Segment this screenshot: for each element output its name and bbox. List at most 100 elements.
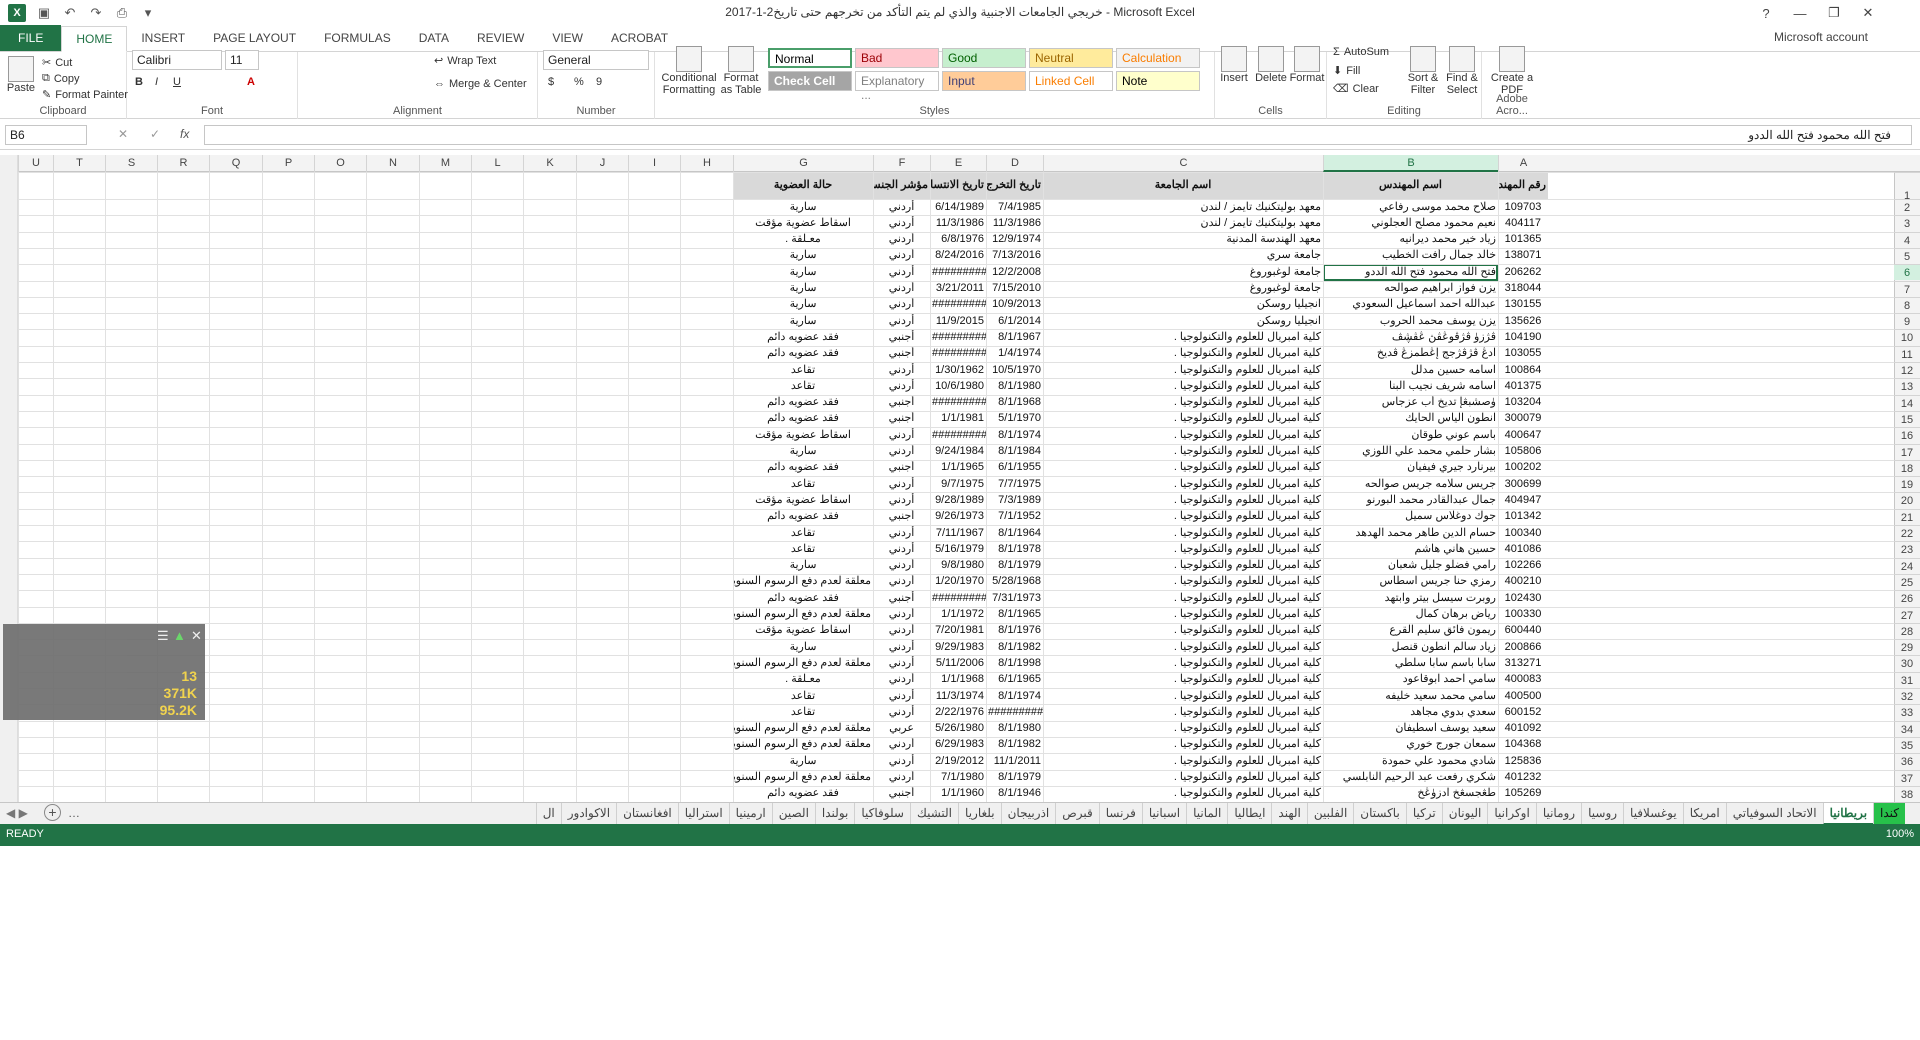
cell-g8[interactable]: سارية <box>733 297 873 313</box>
cell-e35[interactable]: 6/29/1983 <box>930 737 986 753</box>
row-header-21[interactable]: 21 <box>1894 508 1920 525</box>
cell-e24[interactable]: 9/8/1980 <box>930 558 986 574</box>
redo-icon[interactable]: ↷ <box>88 5 104 21</box>
cell-f18[interactable]: أجنبي <box>873 460 930 476</box>
cell-f37[interactable]: أردني <box>873 770 930 786</box>
column-header-i[interactable]: I <box>628 155 680 172</box>
name-box[interactable]: B6 <box>5 125 87 145</box>
cell-c35[interactable]: كلية امبريال للعلوم والتكنولوجيا . <box>1043 737 1323 753</box>
cell-d38[interactable]: 8/1/1946 <box>986 786 1043 802</box>
header-cell-f[interactable]: مؤشر الجنسية <box>873 172 930 199</box>
cell-e5[interactable]: 8/24/2016 <box>930 248 986 264</box>
cell-c14[interactable]: كلية امبريال للعلوم والتكنولوجيا . <box>1043 395 1323 411</box>
wrap-text-button[interactable]: ↩ Wrap Text <box>434 54 496 68</box>
cell-e23[interactable]: 5/16/1979 <box>930 542 986 558</box>
number-format-combo[interactable]: General <box>543 50 649 70</box>
row-header-5[interactable]: 5 <box>1894 247 1920 264</box>
close-icon[interactable]: ✕ <box>191 628 202 644</box>
cell-c32[interactable]: كلية امبريال للعلوم والتكنولوجيا . <box>1043 689 1323 705</box>
cell-b27[interactable]: رياض برهان كمال <box>1323 607 1498 623</box>
row-header-37[interactable]: 37 <box>1894 769 1920 786</box>
restore-button[interactable]: ❐ <box>1817 0 1851 26</box>
sheet-tab[interactable]: يوغسلافيا <box>1623 803 1683 825</box>
style-normal[interactable]: Normal <box>768 48 852 68</box>
row-header-17[interactable]: 17 <box>1894 443 1920 460</box>
cell-c17[interactable]: كلية امبريال للعلوم والتكنولوجيا . <box>1043 444 1323 460</box>
cell-g20[interactable]: اسقاط عضوية مؤقت <box>733 493 873 509</box>
clear-button[interactable]: ⌫ Clear <box>1333 82 1379 96</box>
cell-d36[interactable]: 11/1/2011 <box>986 754 1043 770</box>
cell-c22[interactable]: كلية امبريال للعلوم والتكنولوجيا . <box>1043 526 1323 542</box>
cell-a15[interactable]: 300079 <box>1498 411 1548 427</box>
cell-e12[interactable]: 1/30/1962 <box>930 363 986 379</box>
cell-d27[interactable]: 8/1/1965 <box>986 607 1043 623</box>
fill-button[interactable]: ⬇ Fill <box>1333 64 1360 78</box>
cell-g37[interactable]: معلقة لعدم دفع الرسوم السنوية <box>733 770 873 786</box>
cell-b24[interactable]: رامي فضلو جليل شعبان <box>1323 558 1498 574</box>
row-header-32[interactable]: 32 <box>1894 688 1920 704</box>
comma-button[interactable]: 9 <box>596 76 602 88</box>
cell-a16[interactable]: 400647 <box>1498 428 1548 444</box>
row-header-11[interactable]: 11 <box>1894 345 1920 362</box>
tab-insert[interactable]: INSERT <box>127 25 199 51</box>
cell-a36[interactable]: 125836 <box>1498 754 1548 770</box>
cell-d31[interactable]: 6/1/1965 <box>986 672 1043 688</box>
cell-c37[interactable]: كلية امبريال للعلوم والتكنولوجيا . <box>1043 770 1323 786</box>
cell-a35[interactable]: 104368 <box>1498 737 1548 753</box>
cell-d32[interactable]: 8/1/1974 <box>986 689 1043 705</box>
cell-e22[interactable]: 7/11/1967 <box>930 526 986 542</box>
cell-d33[interactable]: ########## <box>986 705 1043 721</box>
cell-e15[interactable]: 1/1/1981 <box>930 411 986 427</box>
cell-a25[interactable]: 400210 <box>1498 574 1548 590</box>
cell-c25[interactable]: كلية امبريال للعلوم والتكنولوجيا . <box>1043 574 1323 590</box>
minimize-button[interactable]: — <box>1783 0 1817 26</box>
cell-g18[interactable]: فقد عضويه دائم <box>733 460 873 476</box>
style-calculation[interactable]: Calculation <box>1116 48 1200 68</box>
cell-g3[interactable]: اسقاط عضوية مؤقت <box>733 216 873 232</box>
cell-c18[interactable]: كلية امبريال للعلوم والتكنولوجيا . <box>1043 460 1323 476</box>
cell-d11[interactable]: 1/4/1974 <box>986 346 1043 362</box>
sheet-tab[interactable]: الاتحاد السوفياتي <box>1725 803 1823 825</box>
cell-e33[interactable]: 2/22/1976 <box>930 705 986 721</box>
cell-a22[interactable]: 100340 <box>1498 526 1548 542</box>
row-header-8[interactable]: 8 <box>1894 296 1920 313</box>
cell-e14[interactable]: ########## <box>930 395 986 411</box>
sheet-tab[interactable]: بلغاريا <box>958 803 1001 825</box>
sheet-tab[interactable]: رومانيا <box>1535 803 1581 825</box>
style-note[interactable]: Note <box>1116 71 1200 91</box>
sheet-tab[interactable]: فرنسا <box>1098 803 1142 825</box>
close-button[interactable]: ✕ <box>1851 0 1885 26</box>
cell-f16[interactable]: أردني <box>873 428 930 444</box>
column-header-a[interactable]: A <box>1498 155 1548 172</box>
header-cell-g[interactable]: حالة العضوية <box>733 172 873 199</box>
cell-d18[interactable]: 6/1/1955 <box>986 460 1043 476</box>
cell-b32[interactable]: سامي محمد سعيد خليفه <box>1323 689 1498 705</box>
cell-b3[interactable]: نعيم محمود مصلح العجلوني <box>1323 216 1498 232</box>
worksheet-grid[interactable]: UTSRQPONMLKJIHGFEDCBA رقم المهندساسم الم… <box>0 155 1920 802</box>
tab-view[interactable]: VIEW <box>538 25 597 51</box>
row-header-18[interactable]: 18 <box>1894 459 1920 476</box>
cell-c7[interactable]: جامعة لوغبوروغ <box>1043 281 1323 297</box>
row-header-4[interactable]: 4 <box>1894 231 1920 248</box>
cell-c26[interactable]: كلية امبريال للعلوم والتكنولوجيا . <box>1043 591 1323 607</box>
column-header-g[interactable]: G <box>733 155 873 172</box>
cell-b28[interactable]: ريمون فائق سليم القرع <box>1323 623 1498 639</box>
column-header-u[interactable]: U <box>18 155 53 172</box>
cell-g15[interactable]: فقد عضويه دائم <box>733 411 873 427</box>
save-icon[interactable]: ▣ <box>36 5 52 21</box>
cell-f32[interactable]: أردني <box>873 689 930 705</box>
conditional-formatting-button[interactable]: Conditional Formatting <box>659 46 719 96</box>
cell-b35[interactable]: سمعان جورج خوري <box>1323 737 1498 753</box>
cell-e28[interactable]: 7/20/1981 <box>930 623 986 639</box>
cell-a29[interactable]: 200866 <box>1498 640 1548 656</box>
cell-e2[interactable]: 6/14/1989 <box>930 200 986 216</box>
format-as-table-button[interactable]: Format as Table <box>717 46 765 96</box>
row-header-33[interactable]: 33 <box>1894 704 1920 720</box>
cell-c10[interactable]: كلية امبريال للعلوم والتكنولوجيا . <box>1043 330 1323 346</box>
font-color-icon[interactable]: A <box>247 76 255 88</box>
cell-d22[interactable]: 8/1/1964 <box>986 526 1043 542</box>
cell-e36[interactable]: 2/19/2012 <box>930 754 986 770</box>
cell-a33[interactable]: 600152 <box>1498 705 1548 721</box>
cell-a31[interactable]: 400083 <box>1498 672 1548 688</box>
cell-g30[interactable]: معلقة لعدم دفع الرسوم السنوية <box>733 656 873 672</box>
